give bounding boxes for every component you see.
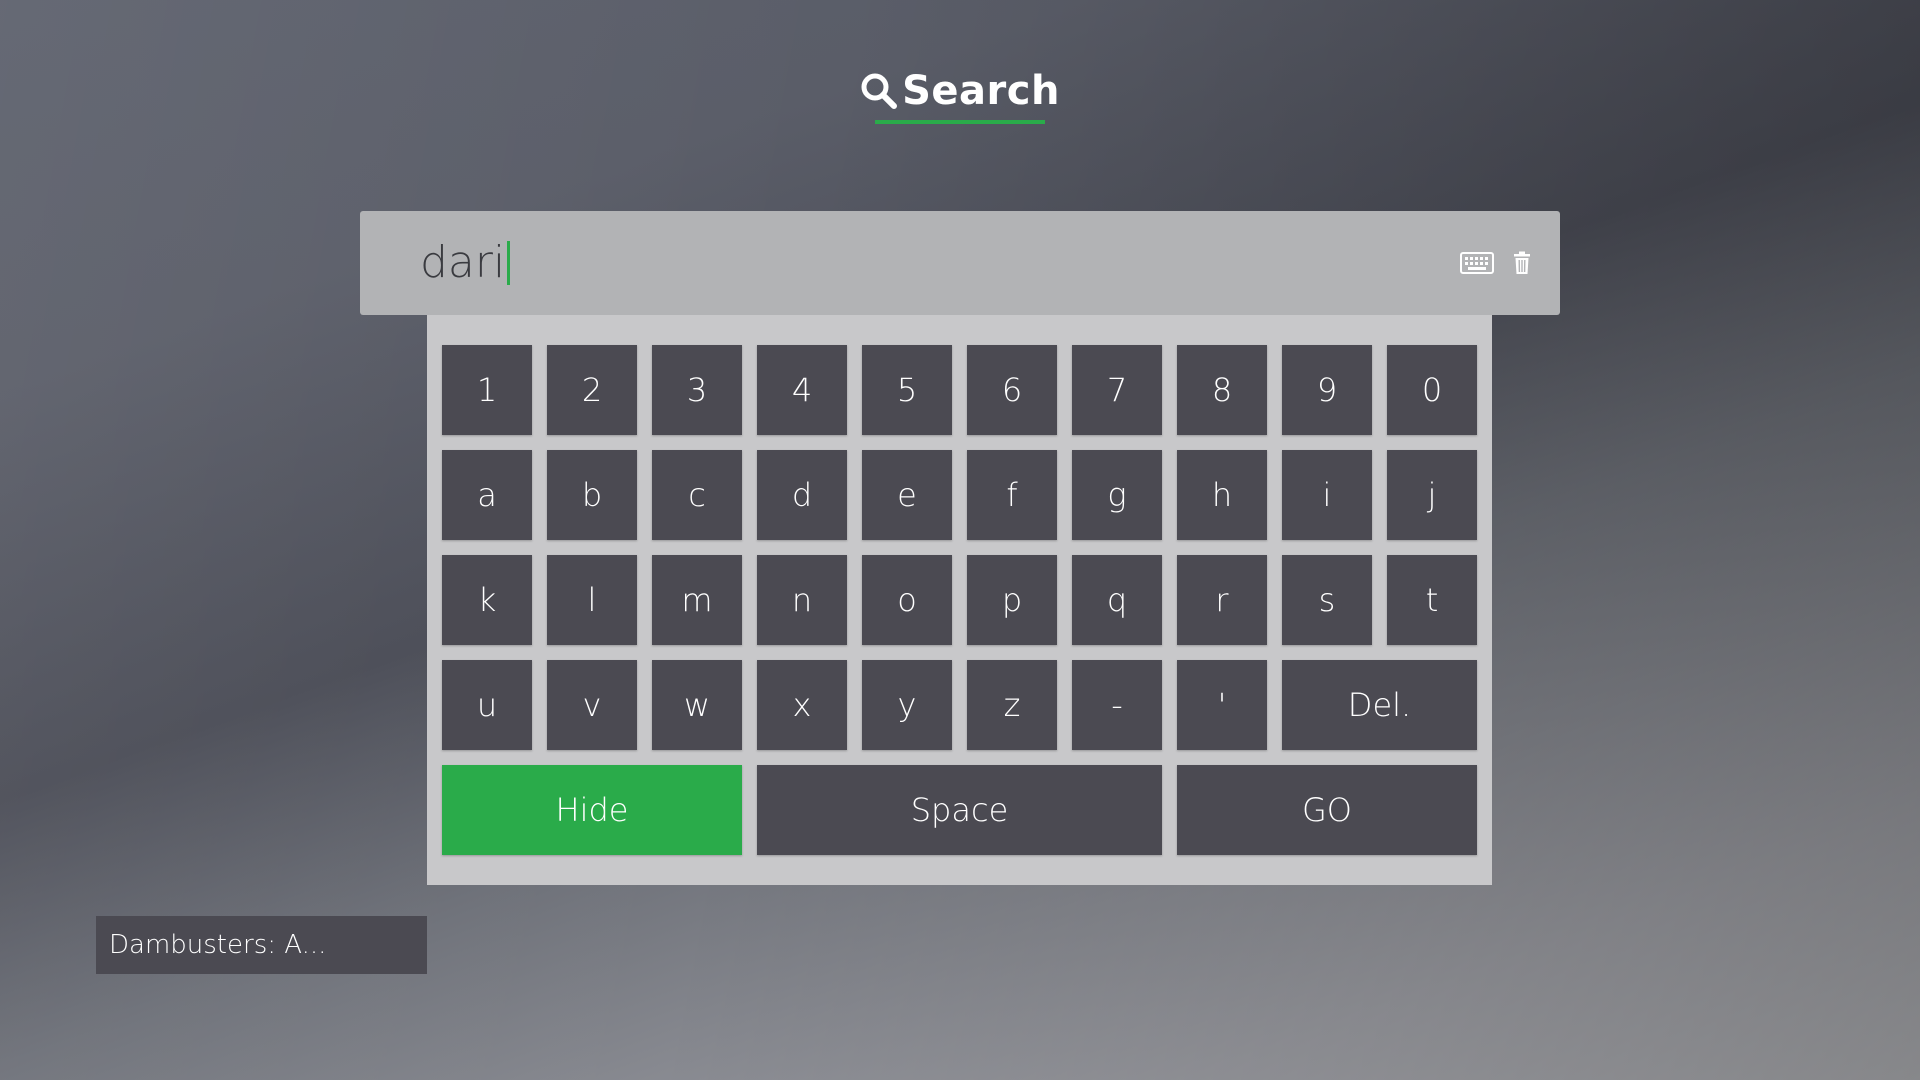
search-input-value-wrap: dari <box>420 237 511 288</box>
search-result-card[interactable]: Dambusters: A... <box>96 916 427 974</box>
key-letter[interactable]: e <box>862 450 952 540</box>
delete-key-button[interactable]: Del. <box>1282 660 1477 750</box>
key-digit[interactable]: 5 <box>862 345 952 435</box>
key-letter[interactable]: t <box>1387 555 1477 645</box>
key-digit[interactable]: 3 <box>652 345 742 435</box>
search-input[interactable]: dari <box>360 211 1560 315</box>
key-letter[interactable]: ' <box>1177 660 1267 750</box>
key-digit[interactable]: 0 <box>1387 345 1477 435</box>
key-letter[interactable]: f <box>967 450 1057 540</box>
keyboard-icon[interactable] <box>1460 249 1494 277</box>
key-digit[interactable]: 2 <box>547 345 637 435</box>
key-letter[interactable]: d <box>757 450 847 540</box>
key-letter[interactable]: s <box>1282 555 1372 645</box>
key-digit[interactable]: 4 <box>757 345 847 435</box>
key-letter[interactable]: y <box>862 660 952 750</box>
key-letter[interactable]: k <box>442 555 532 645</box>
key-letter[interactable]: h <box>1177 450 1267 540</box>
key-letter[interactable]: x <box>757 660 847 750</box>
key-letter[interactable]: a <box>442 450 532 540</box>
tab-search-label: Search <box>902 68 1060 114</box>
key-letter[interactable]: - <box>1072 660 1162 750</box>
key-letter[interactable]: j <box>1387 450 1477 540</box>
key-letter[interactable]: w <box>652 660 742 750</box>
text-caret <box>507 240 511 285</box>
key-letter[interactable]: g <box>1072 450 1162 540</box>
key-digit[interactable]: 9 <box>1282 345 1372 435</box>
key-digit[interactable]: 1 <box>442 345 532 435</box>
key-letter[interactable]: b <box>547 450 637 540</box>
key-letter[interactable]: l <box>547 555 637 645</box>
key-letter[interactable]: q <box>1072 555 1162 645</box>
key-letter[interactable]: z <box>967 660 1057 750</box>
key-letter[interactable]: m <box>652 555 742 645</box>
key-letter[interactable]: r <box>1177 555 1267 645</box>
key-digit[interactable]: 6 <box>967 345 1057 435</box>
search-icon <box>860 71 898 111</box>
key-letter[interactable]: c <box>652 450 742 540</box>
hide-keyboard-button[interactable]: Hide <box>442 765 742 855</box>
key-digit[interactable]: 8 <box>1177 345 1267 435</box>
trash-icon[interactable] <box>1510 249 1534 277</box>
search-result-title: Dambusters: A... <box>109 930 327 960</box>
search-input-value: dari <box>420 237 506 288</box>
tab-search[interactable]: Search <box>861 62 1059 124</box>
key-letter[interactable]: i <box>1282 450 1372 540</box>
go-button[interactable]: GO <box>1177 765 1477 855</box>
key-letter[interactable]: u <box>442 660 532 750</box>
key-letter[interactable]: n <box>757 555 847 645</box>
key-digit[interactable]: 7 <box>1072 345 1162 435</box>
key-letter[interactable]: v <box>547 660 637 750</box>
key-letter[interactable]: o <box>862 555 952 645</box>
space-key-button[interactable]: Space <box>757 765 1162 855</box>
onscreen-keyboard: 1 2 3 4 5 6 7 8 9 0 a b c d e f g h i j k l m n o p q r s t u v w x y z - ' De… <box>427 315 1492 885</box>
key-letter[interactable]: p <box>967 555 1057 645</box>
